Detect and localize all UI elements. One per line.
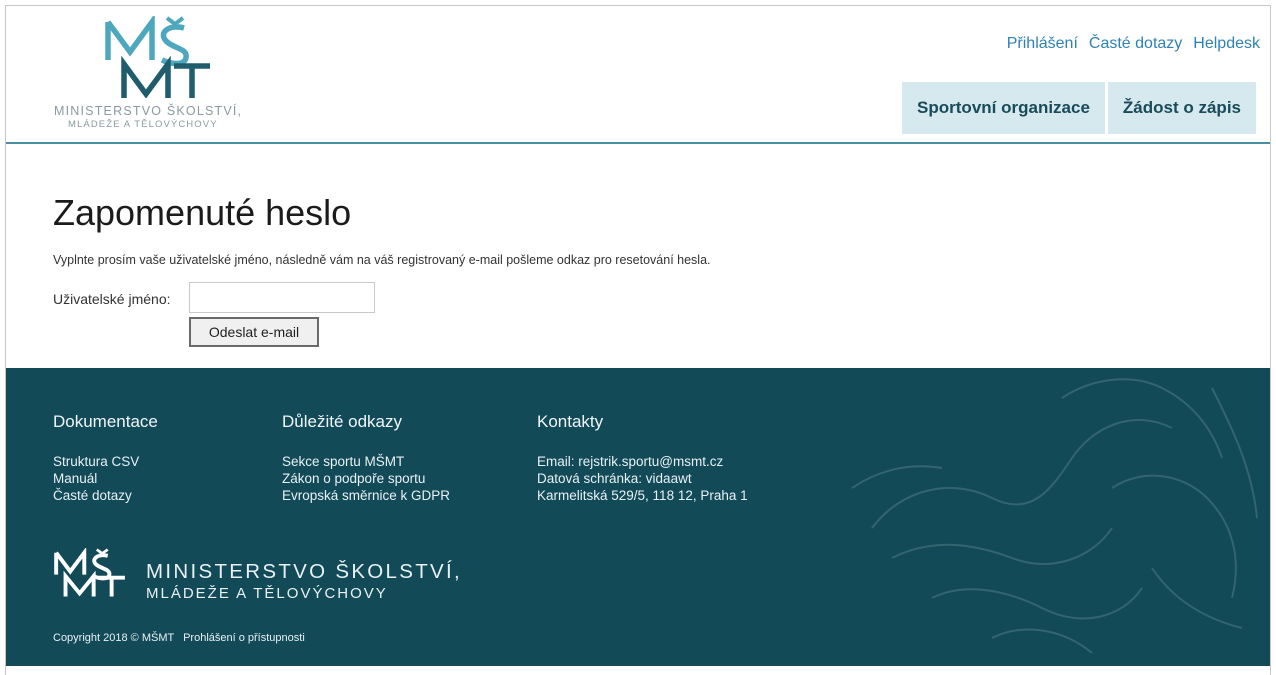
accessibility-statement-link[interactable]: Prohlášení o přístupnosti [183, 632, 305, 644]
site-footer: Dokumentace Struktura CSV Manuál Časté d… [6, 368, 1270, 666]
logo-text-line1: MINISTERSTVO ŠKOLSTVÍ, [54, 104, 243, 118]
footer-link-csv-structure[interactable]: Struktura CSV [53, 453, 158, 470]
helpdesk-link[interactable]: Helpdesk [1193, 35, 1260, 53]
footer-link-sport-law[interactable]: Zákon o podpoře sportu [282, 470, 450, 487]
page-title: Zapomenuté heslo [53, 192, 352, 233]
footer-contact-databox: Datová schránka: vidaawt [537, 471, 692, 486]
main-nav: Sportovní organizace Žádost o zápis [902, 82, 1256, 134]
copyright-text: Copyright 2018 © MŠMT [53, 632, 175, 644]
footer-link-gdpr[interactable]: Evropská směrnice k GDPR [282, 487, 450, 504]
footer-logo-mark-icon [54, 548, 125, 597]
logo-text-line2: MLÁDEŽE A TĚLOVÝCHOVY [68, 119, 218, 130]
nav-tab-sport-organizations[interactable]: Sportovní organizace [902, 82, 1105, 134]
site-header: MINISTERSTVO ŠKOLSTVÍ, MLÁDEŽE A TĚLOVÝC… [6, 6, 1270, 144]
copyright: Copyright 2018 © MŠMT Prohlášení o příst… [53, 632, 305, 644]
top-links: Přihlášení Časté dotazy Helpdesk [1007, 35, 1260, 53]
footer-link-faq[interactable]: Časté dotazy [53, 487, 158, 504]
username-input[interactable] [189, 282, 375, 313]
footer-link-sport-section[interactable]: Sekce sportu MŠMT [282, 453, 450, 470]
page-frame: MINISTERSTVO ŠKOLSTVÍ, MLÁDEŽE A TĚLOVÝC… [5, 5, 1271, 675]
nav-tab-registration-request[interactable]: Žádost o zápis [1107, 82, 1256, 134]
footer-logo-text-line2: MLÁDEŽE A TĚLOVÝCHOVY [146, 585, 388, 602]
footer-col-contacts: Kontakty Email: rejstrik.sportu@msmt.cz … [537, 412, 748, 504]
footer-heading-important-links: Důležité odkazy [282, 412, 403, 431]
footer-heading-contacts: Kontakty [537, 412, 604, 431]
send-email-button[interactable]: Odeslat e-mail [189, 317, 319, 347]
intro-text: Vyplnte prosím vaše uživatelské jméno, n… [53, 253, 711, 267]
footer-logo: MINISTERSTVO ŠKOLSTVÍ, MLÁDEŽE A TĚLOVÝC… [53, 548, 473, 602]
msmt-logo-mark-icon [105, 16, 210, 98]
footer-heading-documentation: Dokumentace [53, 412, 158, 431]
footer-contact-address: Karmelitská 529/5, 118 12, Praha 1 [537, 488, 748, 503]
faq-link[interactable]: Časté dotazy [1089, 35, 1182, 53]
msmt-logo[interactable]: MINISTERSTVO ŠKOLSTVÍ, MLÁDEŽE A TĚLOVÝC… [54, 16, 284, 136]
footer-col-documentation: Dokumentace Struktura CSV Manuál Časté d… [53, 412, 158, 504]
footer-col-important-links: Důležité odkazy Sekce sportu MŠMT Zákon … [282, 412, 450, 504]
main-content: Zapomenuté heslo Vyplnte prosím vaše uži… [6, 146, 1270, 368]
footer-link-manual[interactable]: Manuál [53, 470, 158, 487]
lion-emblem-icon [851, 378, 1258, 654]
footer-logo-text-line1: MINISTERSTVO ŠKOLSTVÍ, [146, 560, 463, 583]
footer-contact-email: Email: rejstrik.sportu@msmt.cz [537, 454, 724, 469]
login-link[interactable]: Přihlášení [1007, 35, 1078, 53]
username-label: Uživatelské jméno: [53, 291, 171, 307]
